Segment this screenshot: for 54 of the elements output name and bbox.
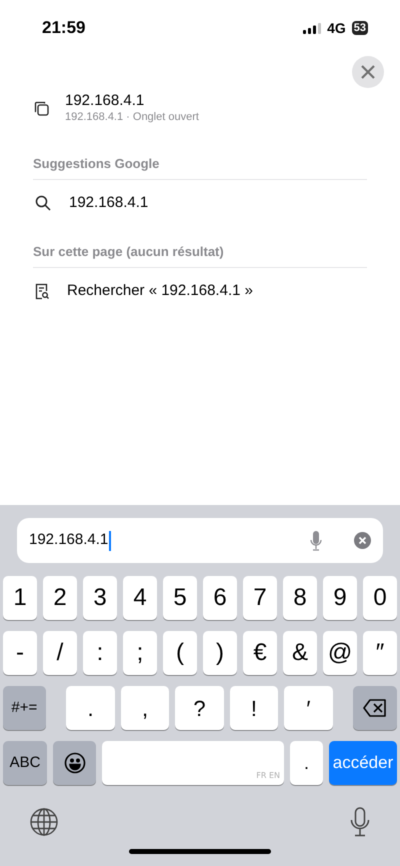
keyboard-key[interactable]: 7 bbox=[243, 576, 277, 620]
section-header: Sur cette page (aucun résultat) bbox=[33, 244, 224, 259]
keyboard-key[interactable]: , bbox=[120, 686, 170, 730]
microphone-icon[interactable] bbox=[310, 530, 322, 550]
network-label: 4G bbox=[327, 18, 346, 38]
backspace-icon bbox=[363, 699, 388, 717]
keyboard-key[interactable]: #+= bbox=[3, 686, 46, 730]
document-search-icon bbox=[35, 282, 49, 300]
emoji-key[interactable] bbox=[53, 741, 96, 785]
globe-icon[interactable] bbox=[30, 808, 58, 836]
keyboard-key[interactable]: ( bbox=[163, 631, 197, 675]
keyboard-key[interactable]: 2 bbox=[43, 576, 77, 620]
delete-key[interactable] bbox=[353, 686, 397, 730]
keyboard-key[interactable]: ! bbox=[230, 686, 278, 730]
keyboard-key[interactable]: 6 bbox=[203, 576, 237, 620]
go-key[interactable]: accéder bbox=[329, 741, 397, 785]
keyboard-key[interactable]: 5 bbox=[163, 576, 197, 620]
keyboard-key[interactable]: - bbox=[3, 631, 37, 675]
battery-indicator: 53 bbox=[352, 21, 368, 35]
tab-subtitle: 192.168.4.1 · Onglet ouvert bbox=[65, 110, 199, 124]
section-header: Suggestions Google bbox=[33, 156, 160, 171]
keyboard-key[interactable]: & bbox=[283, 631, 317, 675]
keyboard-key[interactable]: ; bbox=[123, 631, 157, 675]
open-tab-item[interactable]: 192.168.4.1 192.168.4.1 · Onglet ouvert bbox=[0, 88, 400, 124]
clear-icon[interactable] bbox=[354, 532, 371, 549]
keyboard-key[interactable]: 8 bbox=[283, 576, 317, 620]
keyboard-key[interactable]: ′ bbox=[284, 686, 333, 730]
tabs-icon bbox=[34, 100, 49, 116]
keyboard-key[interactable]: : bbox=[83, 631, 117, 675]
keyboard-key[interactable]: ? bbox=[175, 686, 224, 730]
keyboard-key[interactable]: 9 bbox=[323, 576, 357, 620]
smiley-icon bbox=[64, 752, 86, 774]
keyboard-key[interactable]: . bbox=[290, 741, 323, 785]
keyboard-key[interactable]: @ bbox=[323, 631, 357, 675]
keyboard-key[interactable]: ) bbox=[203, 631, 237, 675]
suggestion-item[interactable]: 192.168.4.1 bbox=[33, 180, 367, 226]
keyboard-key[interactable]: 1 bbox=[3, 576, 37, 620]
address-field[interactable]: 192.168.4.1 bbox=[17, 518, 383, 563]
close-button[interactable] bbox=[352, 56, 384, 88]
signal-icon bbox=[303, 22, 322, 34]
keyboard-key[interactable]: ABC bbox=[3, 741, 47, 785]
keyboard-key[interactable]: ″ bbox=[363, 631, 397, 675]
close-icon bbox=[361, 65, 375, 79]
keyboard-key[interactable]: . bbox=[66, 686, 115, 730]
keyboard-key[interactable]: 3 bbox=[83, 576, 117, 620]
tab-title: 192.168.4.1 bbox=[65, 92, 146, 110]
keyboard-key[interactable]: 4 bbox=[123, 576, 157, 620]
keyboard-key[interactable]: 0 bbox=[363, 576, 397, 620]
keyboard-key[interactable]: / bbox=[43, 631, 77, 675]
suggestion-item[interactable]: Rechercher « 192.168.4.1 » bbox=[33, 268, 367, 314]
status-time: 21:59 bbox=[42, 17, 86, 40]
search-icon bbox=[35, 195, 51, 211]
microphone-icon[interactable] bbox=[350, 807, 370, 837]
keyboard-key[interactable]: € bbox=[243, 631, 277, 675]
